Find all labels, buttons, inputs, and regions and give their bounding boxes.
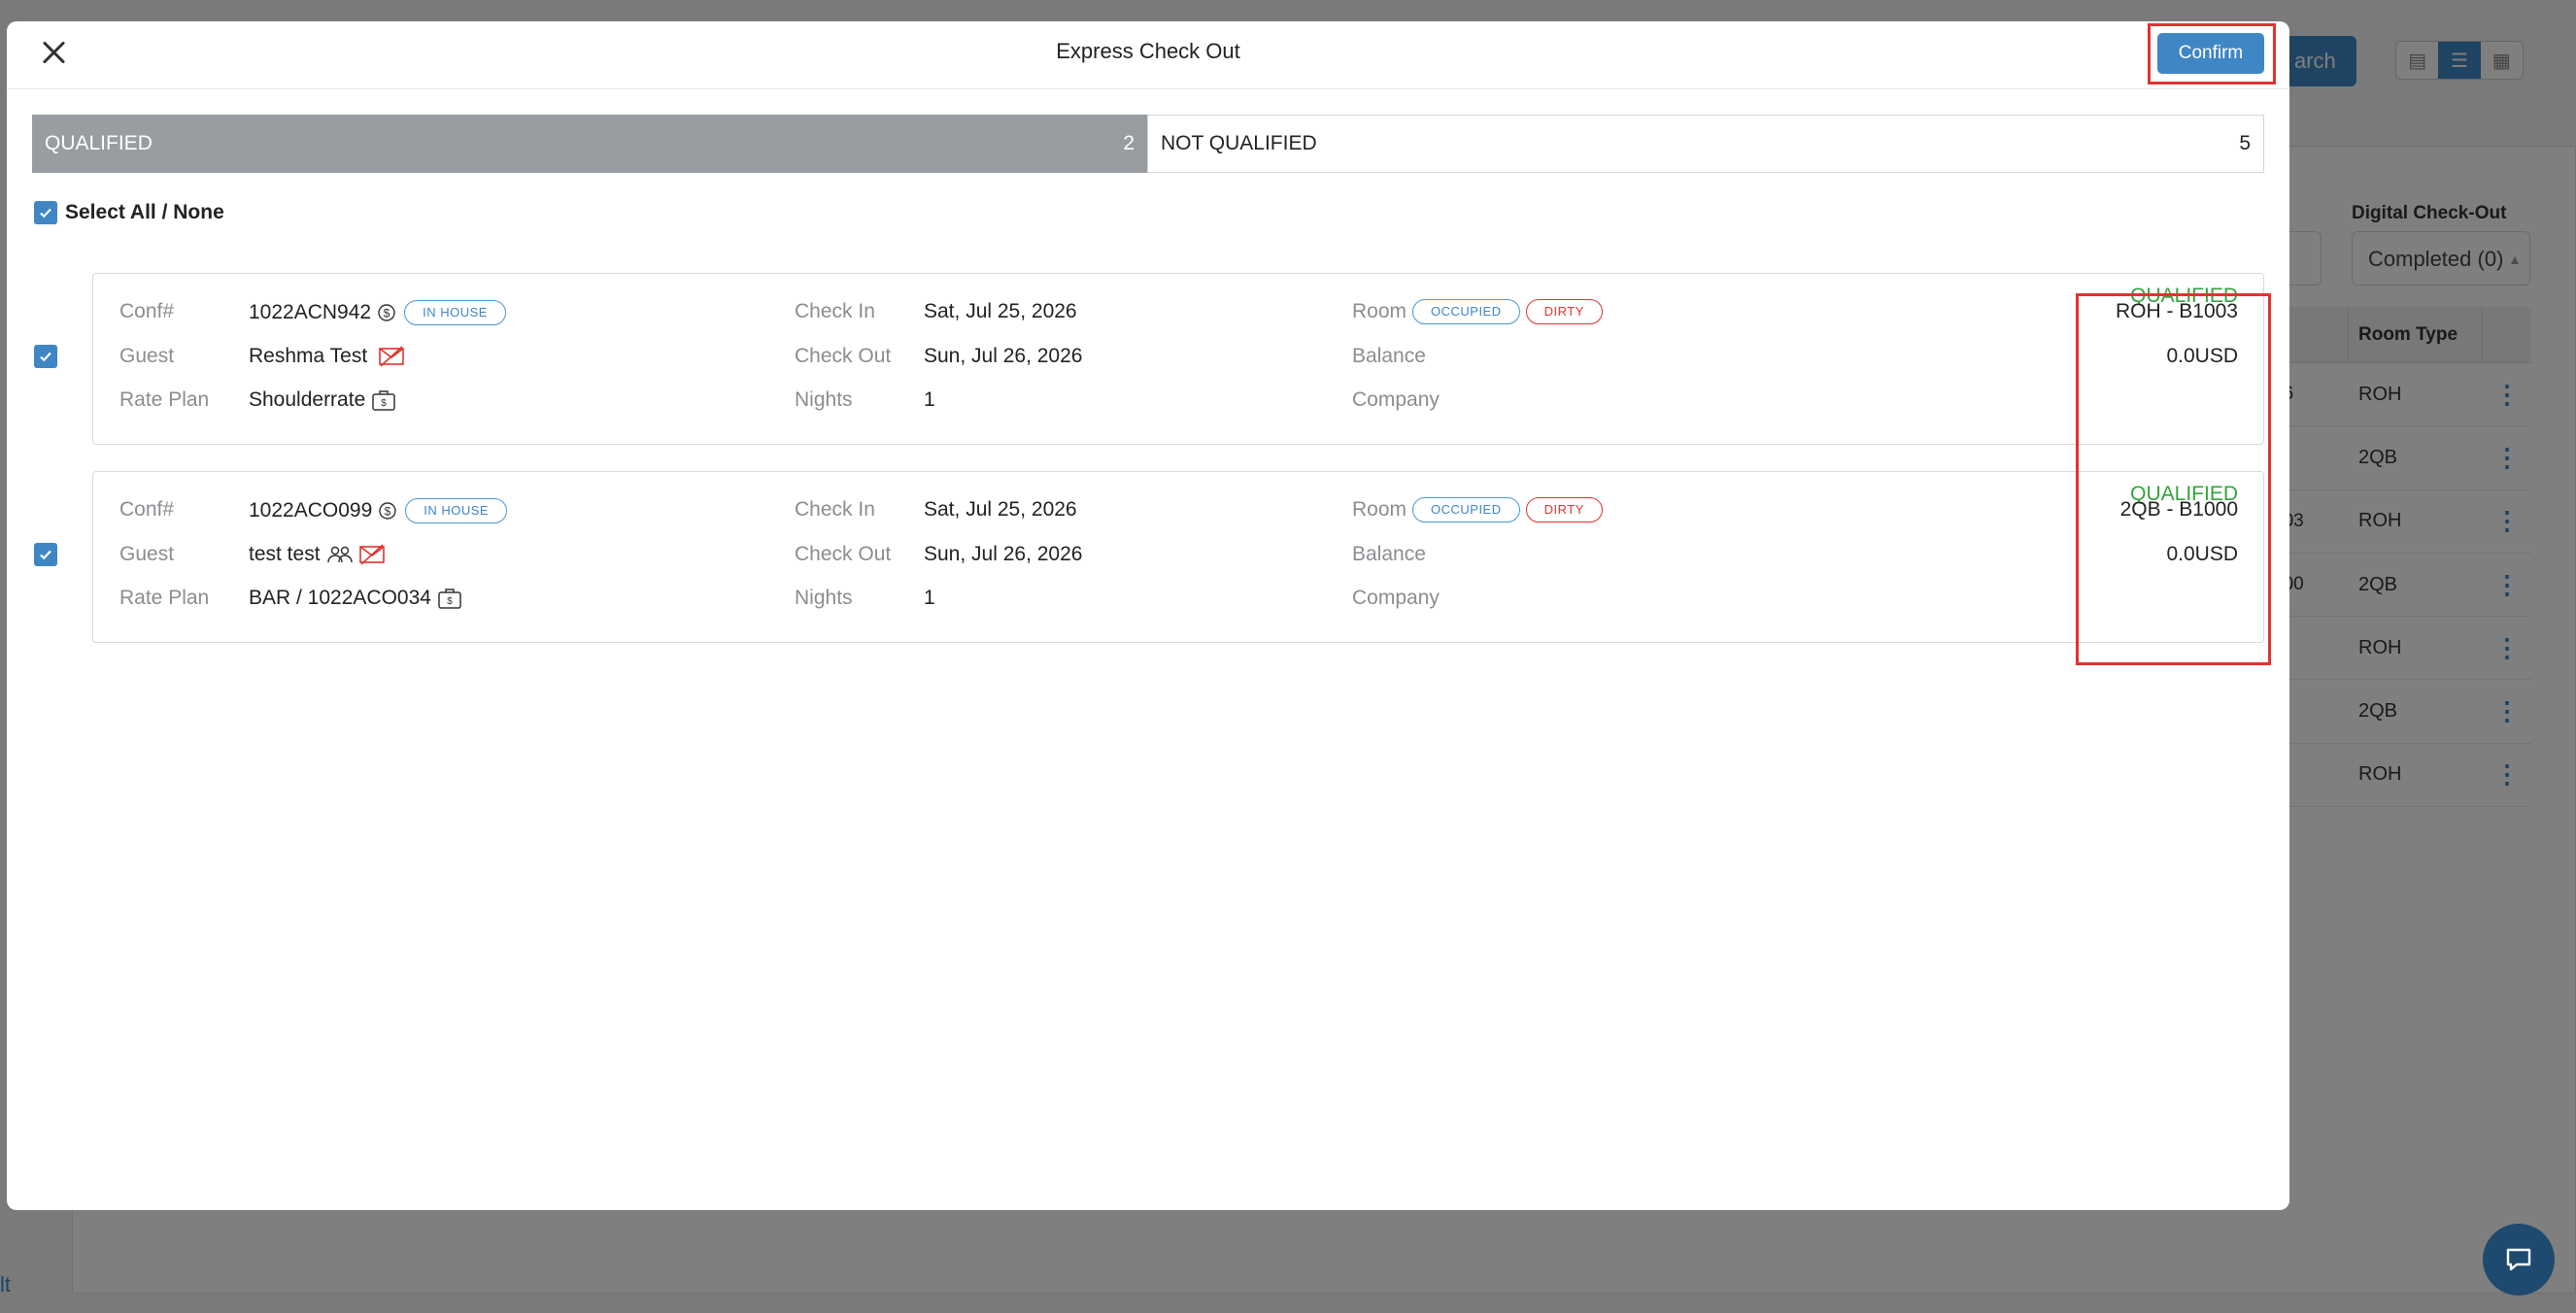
dollar-circle-icon: $ bbox=[378, 501, 397, 521]
status-badge: IN HOUSE bbox=[405, 498, 508, 523]
rate-plan-label: Rate Plan bbox=[119, 587, 210, 609]
rate-bag-icon: $ bbox=[437, 587, 462, 610]
svg-text:$: $ bbox=[447, 596, 453, 607]
room-status-badges: OCCUPIED DIRTY bbox=[1412, 497, 1603, 522]
check-icon bbox=[40, 208, 51, 219]
conf-value: 1022ACN942 $ IN HOUSE bbox=[249, 300, 506, 325]
conf-number: 1022ACO099 bbox=[249, 499, 373, 522]
guest-name: test test bbox=[249, 543, 321, 565]
reservation-checkbox[interactable] bbox=[34, 543, 57, 566]
rate-bag-icon: $ bbox=[371, 388, 396, 412]
rate-plan-value: BAR / 1022ACO034 $ bbox=[249, 587, 462, 610]
dirty-badge: DIRTY bbox=[1525, 299, 1603, 324]
select-all-toggle[interactable]: Select All / None bbox=[34, 201, 224, 224]
rate-plan-name: Shoulderrate bbox=[249, 388, 366, 411]
occupied-badge: OCCUPIED bbox=[1412, 299, 1520, 324]
check-in-label: Check In bbox=[795, 498, 875, 521]
conf-value: 1022ACO099 $ IN HOUSE bbox=[249, 498, 508, 523]
nights-label: Nights bbox=[795, 587, 853, 609]
check-out-value: Sun, Jul 26, 2026 bbox=[924, 345, 1083, 367]
tab-not-qualified[interactable]: NOT QUALIFIED 5 bbox=[1147, 115, 2264, 173]
reservation-card[interactable]: QUALIFIED Conf# 1022ACN942 $ IN HOUSE Ch… bbox=[92, 273, 2264, 445]
chat-icon bbox=[2506, 1248, 2531, 1271]
modal-title: Express Check Out bbox=[1056, 39, 1240, 63]
no-email-icon bbox=[379, 346, 404, 367]
tab-count: 5 bbox=[2239, 132, 2251, 154]
room-status-badges: OCCUPIED DIRTY bbox=[1412, 299, 1603, 324]
check-icon bbox=[40, 550, 51, 560]
nights-label: Nights bbox=[795, 388, 853, 411]
guest-label: Guest bbox=[119, 543, 175, 565]
company-label: Company bbox=[1352, 388, 1440, 411]
svg-text:$: $ bbox=[385, 505, 391, 519]
guest-name: Reshma Test bbox=[249, 345, 368, 367]
dollar-circle-icon: $ bbox=[377, 303, 396, 322]
check-out-label: Check Out bbox=[795, 543, 892, 565]
rate-plan-name: BAR / 1022ACO034 bbox=[249, 587, 431, 609]
express-checkout-modal: Express Check Out Confirm QUALIFIED 2 NO… bbox=[7, 21, 2289, 1210]
tab-count: 2 bbox=[1123, 132, 1135, 154]
conf-label: Conf# bbox=[119, 498, 175, 521]
tab-label: NOT QUALIFIED bbox=[1161, 132, 1317, 154]
tab-label: QUALIFIED bbox=[45, 132, 153, 154]
balance-label: Balance bbox=[1352, 543, 1426, 565]
rate-plan-label: Rate Plan bbox=[119, 388, 210, 411]
modal-header: Express Check Out Confirm bbox=[7, 21, 2289, 89]
check-in-value: Sat, Jul 25, 2026 bbox=[924, 300, 1077, 322]
svg-text:$: $ bbox=[381, 398, 387, 409]
conf-number: 1022ACN942 bbox=[249, 301, 372, 323]
conf-label: Conf# bbox=[119, 300, 175, 322]
rate-plan-value: Shoulderrate $ bbox=[249, 388, 396, 412]
reservation-card[interactable]: QUALIFIED Conf# 1022ACO099 $ IN HOUSE Ch… bbox=[92, 471, 2264, 643]
chat-button[interactable] bbox=[2483, 1224, 2555, 1296]
dirty-badge: DIRTY bbox=[1525, 497, 1603, 522]
select-all-label: Select All / None bbox=[65, 201, 224, 223]
guest-label: Guest bbox=[119, 345, 175, 367]
tab-qualified[interactable]: QUALIFIED 2 bbox=[32, 115, 1147, 173]
room-label: Room bbox=[1352, 498, 1407, 521]
company-label: Company bbox=[1352, 587, 1440, 609]
occupied-badge: OCCUPIED bbox=[1412, 497, 1520, 522]
group-icon bbox=[326, 544, 354, 565]
nights-value: 1 bbox=[924, 388, 935, 411]
check-in-value: Sat, Jul 25, 2026 bbox=[924, 498, 1077, 521]
room-label: Room bbox=[1352, 300, 1407, 322]
qualification-tabs: QUALIFIED 2 NOT QUALIFIED 5 bbox=[32, 115, 2264, 173]
qualification-highlight bbox=[2076, 293, 2271, 665]
guest-value: Reshma Test bbox=[249, 345, 404, 368]
check-icon bbox=[40, 352, 51, 362]
no-email-icon bbox=[358, 544, 385, 565]
nights-value: 1 bbox=[924, 587, 935, 609]
select-all-checkbox[interactable] bbox=[34, 201, 57, 224]
check-in-label: Check In bbox=[795, 300, 875, 322]
reservation-checkbox[interactable] bbox=[34, 345, 57, 368]
status-badge: IN HOUSE bbox=[404, 300, 506, 325]
check-out-label: Check Out bbox=[795, 345, 892, 367]
check-out-value: Sun, Jul 26, 2026 bbox=[924, 543, 1083, 565]
confirm-button[interactable]: Confirm bbox=[2157, 33, 2264, 74]
balance-label: Balance bbox=[1352, 345, 1426, 367]
svg-text:$: $ bbox=[384, 307, 390, 320]
guest-value: test test bbox=[249, 543, 385, 566]
